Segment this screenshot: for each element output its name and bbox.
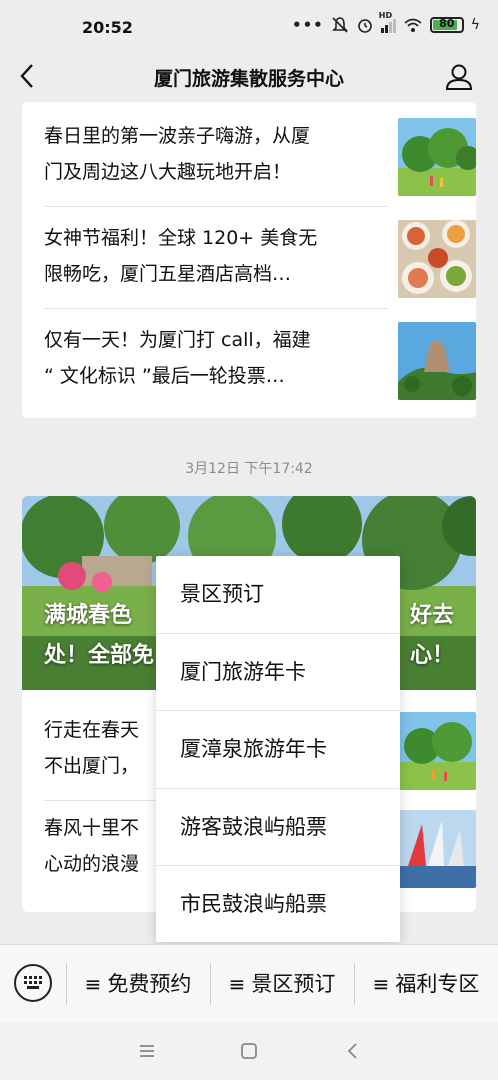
submenu-item-visitor-ferry-ticket[interactable]: 游客鼓浪屿船票 [156,789,400,866]
hero-title-fragment: 好去 [409,603,454,628]
article-title-line: 门及周边这八大趣玩地开启！ [44,161,292,183]
hero-title-fragment: 心！ [409,643,454,668]
article-title-line: 春日里的第一波亲子嗨游，从厦 [44,125,311,147]
signal-icon: HD [379,11,396,33]
battery-icon: 80 [429,17,464,33]
message-timestamp: 3月12日 下午17:42 [185,461,313,477]
menu-icon [140,1045,154,1057]
recent-apps-button[interactable] [134,1038,160,1064]
list-item[interactable]: 仅有一天！为厦门打 call，福建 “ 文化标识 ”最后一轮投票… [44,308,476,408]
rock-landmark-thumb [398,322,476,400]
signal-hd-label: HD [378,11,393,20]
official-account-menu-bar: ≡ 免费预约 ≡ 景区预订 ≡ 福利专区 [0,944,498,1022]
article-title-line: 仅有一天！为厦门打 call，福建 [44,329,311,351]
menu-free-reservation[interactable]: ≡ 免费预约 [66,945,210,1023]
home-icon [241,1043,257,1059]
system-back-button[interactable] [340,1038,366,1064]
article-thumbnail [398,810,476,888]
status-bar: 20:52 ••• HD 80 ϟ [0,0,498,56]
menu-lines-icon: ≡ [372,972,390,996]
status-icons: ••• HD 80 ϟ [291,11,480,34]
menu-lines-icon: ≡ [84,972,102,996]
list-item[interactable]: 春日里的第一波亲子嗨游，从厦 门及周边这八大趣玩地开启！ [44,104,476,204]
menu-label: 福利专区 [395,972,480,996]
hero-title-fragment: 处！全部免 [44,643,155,668]
article-title: 仅有一天！为厦门打 call，福建 “ 文化标识 ”最后一轮投票… [44,322,364,394]
sailboats-thumb [398,810,476,888]
back-icon [347,1043,357,1059]
page-title: 厦门旅游集散服务中心 [153,68,344,90]
article-thumbnail [398,220,476,298]
spring-park-thumb [398,712,476,790]
keyboard-icon [24,976,42,989]
charging-icon: ϟ [470,17,480,33]
article-title-line: 限畅吃，厦门五星酒店高档… [44,263,292,285]
menu-scenic-booking[interactable]: ≡ 景区预订 [210,945,354,1023]
hero-title-fragment: 满城春色 [44,603,133,628]
user-icon [445,64,473,90]
article-title: 女神节福利！全球 120+ 美食无 限畅吃，厦门五星酒店高档… [44,220,364,292]
submenu-item-scenic-booking[interactable]: 景区预订 [156,556,400,634]
list-item[interactable]: 女神节福利！全球 120+ 美食无 限畅吃，厦门五星酒店高档… [44,206,476,306]
battery-level: 80 [439,17,455,30]
article-title-line: 女神节福利！全球 120+ 美食无 [44,227,318,249]
spring-park-thumb [398,118,476,196]
article-card-previous: 春日里的第一波亲子嗨游，从厦 门及周边这八大趣玩地开启！ 女神节福利！全球 12… [22,102,476,418]
profile-button[interactable] [444,62,474,92]
submenu-item-xiamen-annual-card[interactable]: 厦门旅游年卡 [156,634,400,711]
article-title: 春日里的第一波亲子嗨游，从厦 门及周边这八大趣玩地开启！ [44,118,364,190]
article-thumbnail [398,322,476,400]
keyboard-toggle-button[interactable] [14,964,52,1002]
system-navigation-bar [0,1022,498,1080]
mute-bell-icon [331,17,348,33]
article-title-line: “ 文化标识 ”最后一轮投票… [44,365,285,387]
article-thumbnail [398,712,476,790]
article-thumbnail [398,118,476,196]
food-platter-thumb [398,220,476,298]
menu-lines-icon: ≡ [228,972,246,996]
nav-bar: 厦门旅游集散服务中心 [0,56,498,102]
status-time: 20:52 [82,18,133,37]
wifi-icon [404,18,422,32]
submenu-popup: 景区预订 厦门旅游年卡 厦漳泉旅游年卡 游客鼓浪屿船票 市民鼓浪屿船票 [156,556,400,942]
alarm-icon [357,19,372,33]
menu-benefits-zone[interactable]: ≡ 福利专区 [354,945,498,1023]
more-dots-icon: ••• [291,16,324,34]
home-button[interactable] [236,1038,262,1064]
submenu-item-xzq-annual-card[interactable]: 厦漳泉旅游年卡 [156,711,400,789]
menu-label: 免费预约 [107,972,192,996]
submenu-item-resident-ferry-ticket[interactable]: 市民鼓浪屿船票 [156,866,400,944]
menu-label: 景区预订 [251,972,336,996]
